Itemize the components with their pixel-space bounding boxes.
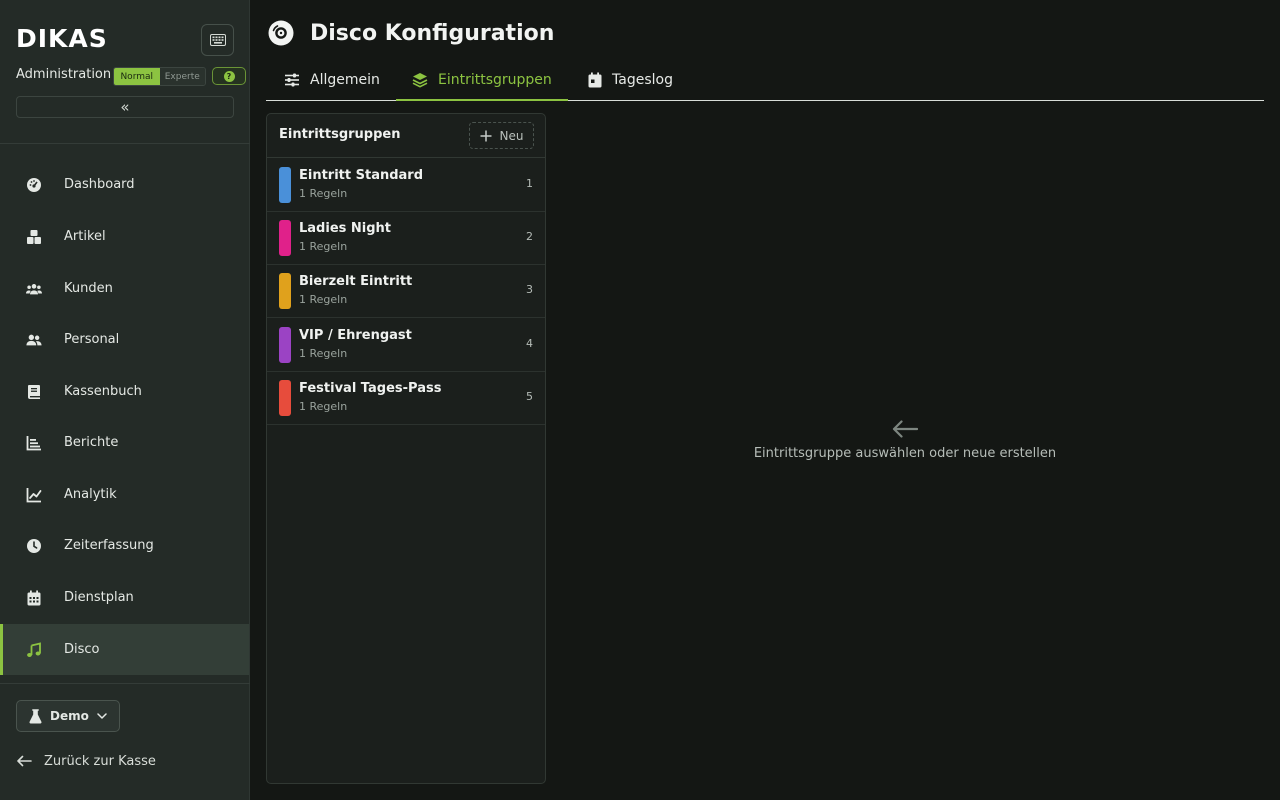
group-color-bar	[279, 327, 291, 363]
page-title: Disco Konfiguration	[310, 20, 555, 46]
sidebar-item-label: Dashboard	[64, 177, 135, 192]
new-group-button[interactable]: Neu	[469, 122, 534, 149]
group-color-bar	[279, 273, 291, 309]
group-rules: 1 Regeln	[299, 400, 348, 413]
tab-allgemein[interactable]: Allgemein	[268, 60, 396, 100]
calendar-day-icon	[588, 72, 602, 88]
boxes-icon	[26, 229, 42, 245]
book-icon	[26, 384, 42, 400]
calendar-icon	[26, 590, 42, 606]
sidebar-item-label: Berichte	[64, 435, 119, 450]
sidebar-item-label: Dienstplan	[64, 590, 134, 605]
group-number: 5	[526, 390, 533, 403]
music-icon	[26, 641, 42, 658]
back-to-register-link[interactable]: Zurück zur Kasse	[16, 750, 156, 772]
panel-title: Eintrittsgruppen	[279, 127, 401, 142]
arrow-left-icon	[892, 420, 918, 438]
group-row[interactable]: Ladies Night 1 Regeln 2	[267, 211, 545, 265]
app-logo[interactable]: DIKAS	[16, 24, 108, 53]
plus-icon	[480, 130, 492, 141]
tab-label: Tageslog	[612, 72, 673, 88]
group-rules: 1 Regeln	[299, 240, 348, 253]
sidebar-item-analytik[interactable]: Analytik	[0, 469, 249, 520]
sidebar-item-label: Kunden	[64, 281, 113, 296]
empty-state-text: Eintrittsgruppe auswählen oder neue erst…	[753, 446, 1057, 461]
demo-label: Demo	[50, 709, 89, 723]
sidebar-divider	[0, 683, 250, 684]
group-name: VIP / Ehrengast	[299, 328, 412, 343]
collapse-sidebar-button[interactable]: «	[16, 96, 234, 118]
sliders-icon	[285, 73, 299, 87]
mode-normal-option[interactable]: Normal	[114, 68, 160, 85]
users-icon	[26, 281, 42, 297]
sidebar-item-kunden[interactable]: Kunden	[0, 263, 249, 314]
report-icon	[26, 435, 42, 451]
sidebar-item-label: Kassenbuch	[64, 384, 142, 399]
group-row[interactable]: Bierzelt Eintritt 1 Regeln 3	[267, 264, 545, 318]
admin-label: Administration	[16, 67, 112, 82]
tab-label: Allgemein	[310, 72, 380, 88]
sidebar-divider	[0, 143, 250, 144]
group-row[interactable]: VIP / Ehrengast 1 Regeln 4	[267, 318, 545, 372]
group-number: 3	[526, 283, 533, 296]
clock-icon	[26, 538, 42, 554]
sidebar-item-berichte[interactable]: Berichte	[0, 417, 249, 468]
group-name: Festival Tages-Pass	[299, 381, 442, 396]
sidebar-item-label: Zeiterfassung	[64, 538, 154, 553]
arrow-left-icon	[17, 755, 32, 767]
panel-header: Eintrittsgruppen Neu	[267, 114, 545, 158]
layers-icon	[412, 72, 428, 87]
group-row[interactable]: Eintritt Standard 1 Regeln 1	[267, 158, 545, 212]
group-color-bar	[279, 220, 291, 256]
help-button[interactable]: ?	[212, 67, 246, 85]
sidebar-item-kassenbuch[interactable]: Kassenbuch	[0, 366, 249, 417]
chevron-down-icon	[97, 713, 107, 719]
sidebar-item-label: Disco	[64, 642, 100, 657]
group-rules: 1 Regeln	[299, 293, 348, 306]
tab-bar: Allgemein Eintrittsgruppen Tageslog	[266, 60, 1264, 101]
sidebar-item-label: Personal	[64, 332, 120, 347]
staff-icon	[26, 332, 42, 348]
tab-eintrittsgruppen[interactable]: Eintrittsgruppen	[396, 60, 568, 101]
group-name: Eintritt Standard	[299, 168, 424, 183]
new-label: Neu	[499, 128, 524, 143]
dashboard-icon	[26, 177, 42, 193]
mode-expert-option[interactable]: Experte	[159, 68, 205, 85]
tab-label: Eintrittsgruppen	[438, 71, 552, 88]
keyboard-icon	[209, 34, 226, 46]
group-number: 4	[526, 337, 533, 350]
group-number: 2	[526, 230, 533, 243]
sidebar: DIKAS Administration Normal Experte ? « …	[0, 0, 250, 800]
group-color-bar	[279, 167, 291, 203]
group-color-bar	[279, 380, 291, 416]
chart-line-icon	[26, 487, 42, 503]
help-icon: ?	[223, 70, 235, 82]
group-rules: 1 Regeln	[299, 187, 348, 200]
group-row[interactable]: Festival Tages-Pass 1 Regeln 5	[267, 371, 545, 425]
group-name: Ladies Night	[299, 221, 392, 236]
sidebar-item-personal[interactable]: Personal	[0, 314, 249, 365]
keyboard-button[interactable]	[201, 24, 234, 56]
chevrons-left-icon: «	[120, 98, 130, 116]
sidebar-item-dienstplan[interactable]: Dienstplan	[0, 572, 249, 623]
sidebar-item-zeiterfassung[interactable]: Zeiterfassung	[0, 520, 249, 571]
disc-icon	[268, 20, 294, 46]
page-header: Disco Konfiguration	[268, 18, 554, 48]
group-name: Bierzelt Eintritt	[299, 274, 413, 289]
group-number: 1	[526, 177, 533, 190]
flask-icon	[29, 708, 42, 723]
groups-panel: Eintrittsgruppen Neu Eintritt Standard 1…	[266, 113, 546, 784]
demo-dropdown[interactable]: Demo	[16, 700, 120, 732]
sidebar-item-dashboard[interactable]: Dashboard	[0, 159, 249, 210]
mode-toggle: Normal Experte	[113, 67, 206, 86]
sidebar-item-artikel[interactable]: Artikel	[0, 211, 249, 262]
back-label: Zurück zur Kasse	[44, 753, 156, 769]
tab-tageslog[interactable]: Tageslog	[572, 60, 689, 100]
group-rules: 1 Regeln	[299, 347, 348, 360]
sidebar-item-label: Artikel	[64, 229, 106, 244]
sidebar-item-disco[interactable]: Disco	[0, 624, 249, 675]
empty-state: Eintrittsgruppe auswählen oder neue erst…	[546, 420, 1264, 461]
sidebar-item-label: Analytik	[64, 487, 117, 502]
